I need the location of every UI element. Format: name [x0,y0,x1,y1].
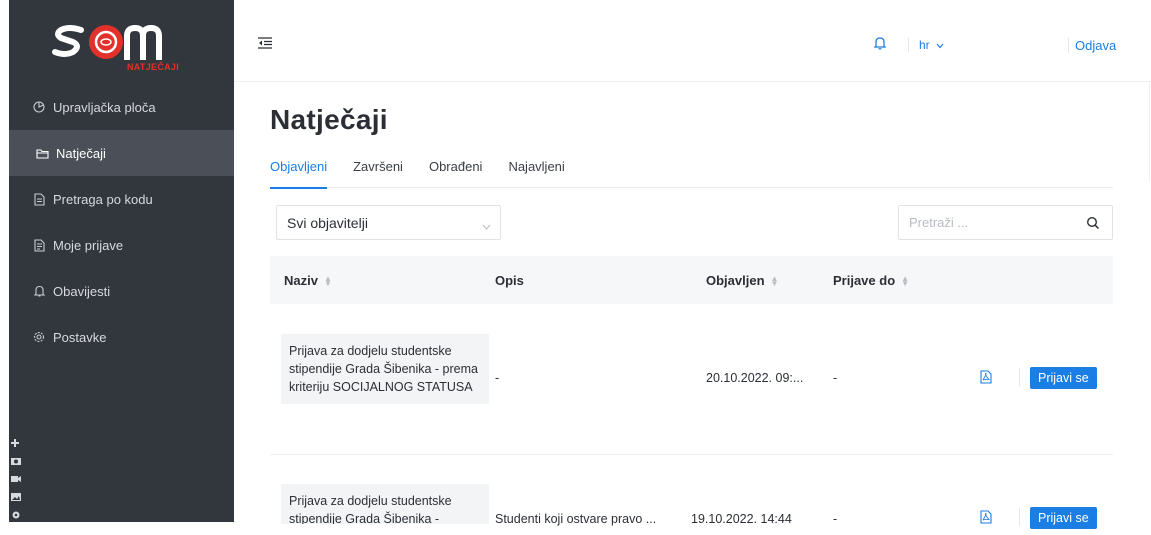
sort-icon[interactable]: ▲ ▼ [324,274,332,287]
row-deadline: - [833,512,838,526]
row-published: 19.10.2022. 14:44 [691,512,792,526]
left-gutter [0,0,9,522]
sidebar-item-label: Pretraga po kodu [53,191,153,207]
row-description: - [495,371,500,385]
file-search-icon [31,192,47,206]
publisher-select-value: Svi objavitelji [287,214,368,231]
sidebar-item-label: Postavke [53,329,107,345]
logo-subtitle: NATJEČAJI [127,62,180,72]
app-logo[interactable]: NATJEČAJI [9,0,234,82]
camera-icon[interactable] [10,456,22,468]
plus-icon[interactable] [10,438,22,450]
sidebar-item-pretraga[interactable]: Pretraga po kodu [9,176,234,222]
table-header: Naziv ▲ ▼ Opis Objavljen ▲ ▼ Prijave do ▲ ▼ [270,256,1113,304]
collapse-menu-icon[interactable] [258,36,272,49]
action-divider [1019,368,1020,386]
file-list-icon [31,238,47,252]
sort-icon[interactable]: ▲ ▼ [901,274,909,287]
tab-najavljeni[interactable]: Najavljeni [508,158,564,188]
column-label: Opis [495,273,524,288]
row-deadline: - [833,371,838,385]
sidebar-item-dashboard[interactable]: Upravljačka ploča [9,84,234,130]
sidebar: NATJEČAJI Upravljačka ploča Natječaji Pr… [9,0,234,522]
sidebar-nav: Upravljačka ploča Natječaji Pretraga po … [9,84,234,360]
logo-graphic [52,24,162,60]
folder-icon [34,148,50,159]
sidebar-item-moje-prijave[interactable]: Moje prijave [9,222,234,268]
tab-objavljeni[interactable]: Objavljeni [270,158,328,189]
row-name: Prijava za dodjelu studentske stipendije… [281,334,489,404]
tabs: Objavljeni Završeni Obrađeni Najavljeni [270,158,1113,189]
column-header-prijave-do[interactable]: Prijave do ▲ ▼ [833,273,909,288]
chevron-down-icon [482,217,491,230]
sidebar-item-label: Upravljačka ploča [53,99,156,115]
language-value: hr [919,38,930,52]
table-row: Prijava za dodjelu studentske stipendije… [270,304,1113,455]
bell-icon [31,285,47,297]
sort-icon[interactable]: ▲ ▼ [771,274,779,287]
row-description: Studenti koji ostvare pravo ... [495,512,657,526]
row-published: 20.10.2022. 09:... [706,371,804,385]
page-title: Natječaji [270,104,388,135]
notifications-bell-icon[interactable] [873,36,887,50]
table-row: Prijava za dodjelu studentske stipendije… [270,455,1113,535]
column-header-naziv[interactable]: Naziv ▲ ▼ [284,273,332,288]
tab-obradeni[interactable]: Obrađeni [429,158,482,188]
logout-link[interactable]: Odjava [1068,38,1116,53]
sidebar-item-postavke[interactable]: Postavke [9,314,234,360]
search-placeholder: Pretraži ... [909,215,969,230]
gear-icon [31,331,47,343]
column-label: Prijave do [833,273,896,288]
video-icon[interactable] [10,474,22,486]
column-header-opis: Opis [495,273,524,288]
column-label: Naziv [284,273,318,288]
sidebar-item-label: Obavijesti [53,283,111,299]
image-icon[interactable] [10,492,22,504]
top-bar: hr Odjava [234,0,1151,82]
side-toolbar [9,438,23,522]
action-divider [1019,508,1020,526]
search-input[interactable]: Pretraži ... [898,205,1113,240]
sidebar-item-label: Natječaji [56,145,106,161]
settings-icon[interactable] [10,510,22,522]
apply-button[interactable]: Prijavi se [1030,367,1097,389]
tab-zavrseni[interactable]: Završeni [353,158,403,188]
row-name: Prijava za dodjelu studentske stipendije… [281,484,489,524]
column-label: Objavljen [706,273,765,288]
sidebar-item-natjecaji[interactable]: Natječaji [9,130,234,176]
language-selector[interactable]: hr [908,38,944,52]
right-divider [1149,82,1150,182]
sidebar-item-label: Moje prijave [53,237,124,253]
search-icon[interactable] [1086,216,1100,230]
chevron-down-icon [936,38,944,52]
column-header-objavljen[interactable]: Objavljen ▲ ▼ [706,273,778,288]
dashboard-icon [31,101,47,113]
pdf-icon[interactable] [980,370,992,384]
sidebar-item-obavijesti[interactable]: Obavijesti [9,268,234,314]
publisher-select[interactable]: Svi objavitelji [276,205,501,240]
apply-button[interactable]: Prijavi se [1030,507,1097,529]
